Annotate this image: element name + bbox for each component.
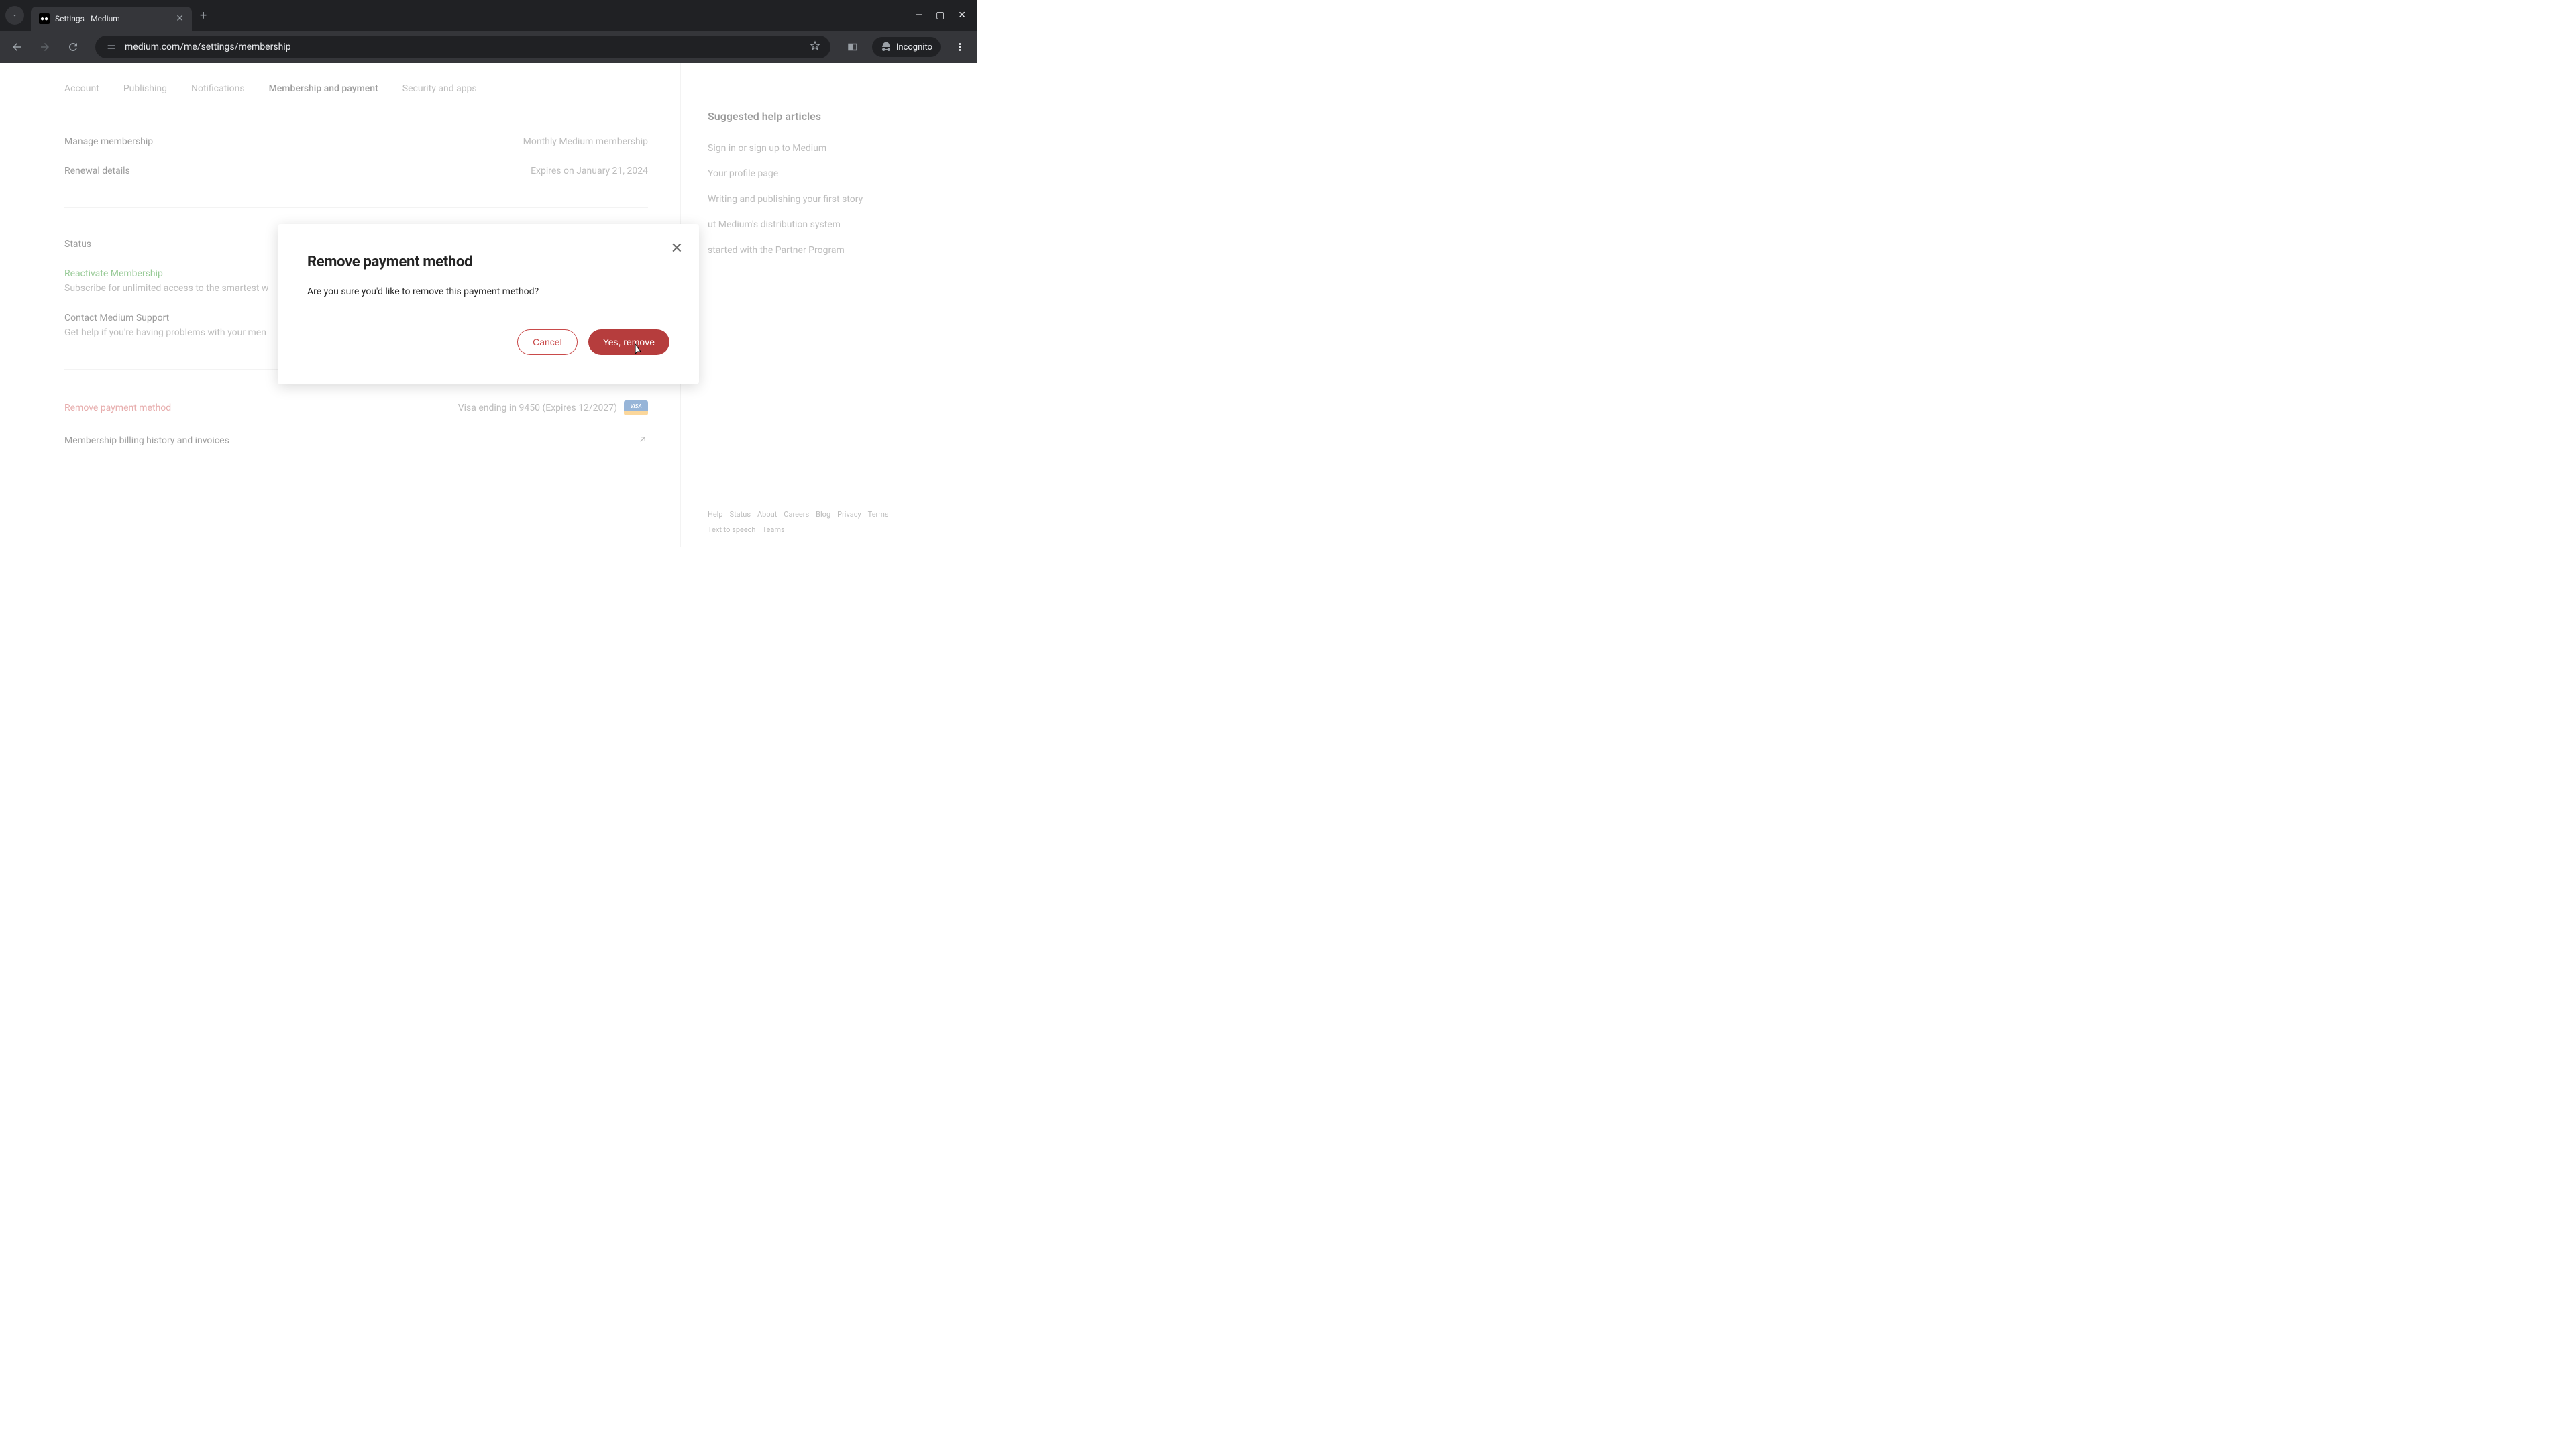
window-controls: — ▢ ✕: [915, 10, 971, 21]
confirm-remove-button[interactable]: Yes, remove: [588, 329, 669, 355]
url-text: medium.com/me/settings/membership: [125, 42, 802, 52]
cancel-button[interactable]: Cancel: [517, 329, 578, 355]
reload-button[interactable]: [62, 36, 85, 58]
browser-tab-strip: ●● Settings - Medium ✕ + — ▢ ✕: [0, 0, 977, 31]
minimize-button[interactable]: —: [915, 10, 922, 21]
address-bar[interactable]: medium.com/me/settings/membership: [95, 36, 830, 58]
close-window-button[interactable]: ✕: [958, 10, 966, 21]
browser-tab[interactable]: ●● Settings - Medium ✕: [31, 7, 192, 31]
new-tab-button[interactable]: +: [200, 9, 207, 23]
modal-text: Are you sure you'd like to remove this p…: [307, 286, 669, 297]
incognito-badge[interactable]: Incognito: [872, 37, 941, 57]
site-info-icon[interactable]: [105, 40, 118, 54]
tab-search-button[interactable]: [5, 6, 24, 25]
bookmark-star-icon[interactable]: [809, 40, 821, 54]
back-button[interactable]: [5, 36, 28, 58]
modal-overlay: ✕ Remove payment method Are you sure you…: [0, 63, 977, 547]
modal-close-icon[interactable]: ✕: [671, 240, 683, 257]
incognito-label: Incognito: [896, 42, 932, 52]
tab-title: Settings - Medium: [55, 14, 170, 23]
browser-toolbar: medium.com/me/settings/membership Incogn…: [0, 31, 977, 63]
maximize-button[interactable]: ▢: [936, 10, 945, 21]
medium-favicon: ●●: [39, 13, 50, 24]
tab-close-icon[interactable]: ✕: [176, 13, 184, 24]
modal-actions: Cancel Yes, remove: [307, 329, 669, 355]
side-panel-icon[interactable]: [841, 36, 864, 58]
browser-menu-icon[interactable]: [949, 36, 971, 58]
modal-title: Remove payment method: [307, 254, 669, 270]
remove-payment-modal: ✕ Remove payment method Are you sure you…: [278, 224, 699, 384]
forward-button[interactable]: [34, 36, 56, 58]
